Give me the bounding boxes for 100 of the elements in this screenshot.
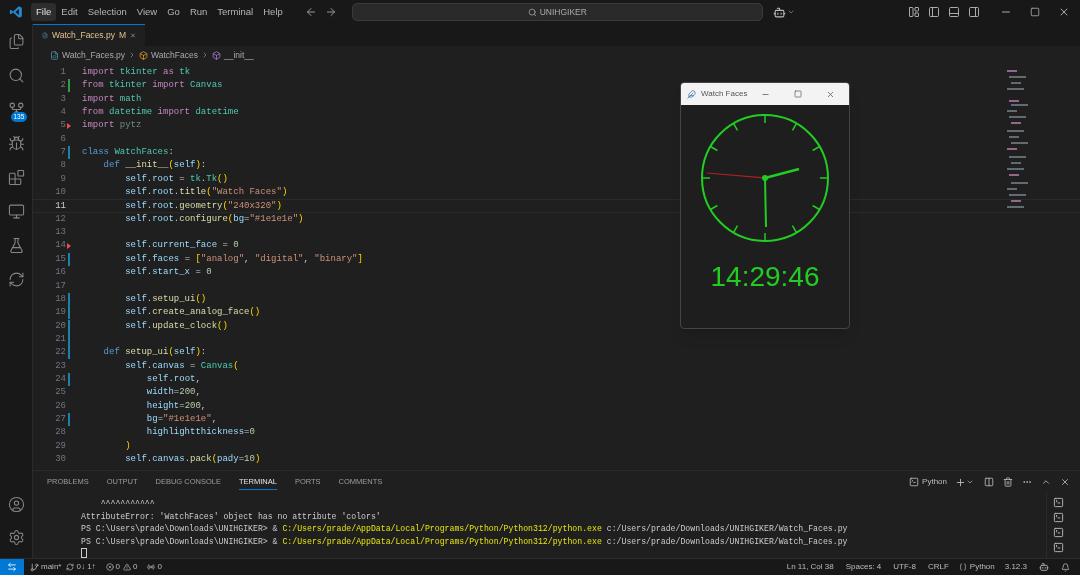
- trash-icon[interactable]: [1003, 477, 1013, 487]
- line-number: 18: [54, 292, 66, 306]
- search-field[interactable]: UNIHGIKER: [351, 3, 763, 21]
- sync-status[interactable]: 0↓ 1↑: [76, 561, 96, 573]
- close-icon[interactable]: [1058, 6, 1070, 18]
- line-number: 23: [54, 359, 66, 373]
- modified-marker: M: [118, 29, 127, 42]
- forward-arrow-icon[interactable]: [324, 6, 337, 18]
- back-arrow-icon[interactable]: [304, 6, 317, 18]
- line-number: 6: [59, 132, 66, 146]
- remote-icon: [7, 562, 17, 572]
- close-icon[interactable]: [826, 89, 835, 99]
- indentation[interactable]: Spaces: 4: [845, 561, 882, 573]
- menu-item[interactable]: Terminal: [212, 3, 259, 21]
- python-file-icon: [50, 50, 59, 60]
- close-icon[interactable]: [1060, 477, 1070, 487]
- caret-icon[interactable]: [786, 8, 795, 16]
- line-number: 11: [54, 200, 66, 212]
- terminal-icon[interactable]: [1053, 512, 1064, 523]
- python-file-icon: [42, 31, 48, 40]
- code-line: from datetime import datetime: [82, 106, 239, 120]
- line-number: 25: [54, 386, 66, 400]
- code-line: self.root,: [145, 372, 201, 386]
- sync-icon: [66, 563, 75, 571]
- line-number: 17: [54, 279, 66, 293]
- code-line: def setup_ui(self):: [102, 346, 207, 360]
- files-icon: [7, 32, 25, 50]
- terminal-icon: [909, 477, 920, 487]
- code-line: class WatchFaces:: [82, 146, 174, 160]
- code-line: def __init__(self):: [102, 159, 207, 173]
- chevron-up-icon[interactable]: [1041, 477, 1051, 487]
- line-number: 4: [59, 106, 66, 120]
- breadcrumb-item[interactable]: WatchFaces: [139, 48, 198, 62]
- blocks-icon: [7, 168, 25, 186]
- warning-count[interactable]: 0: [133, 561, 138, 573]
- cube-icon: [211, 50, 221, 60]
- window-title: Watch Faces: [701, 88, 748, 100]
- chevron-icon: [128, 51, 136, 59]
- line-number: 3: [59, 92, 66, 106]
- cursor-position[interactable]: Ln 11, Col 38: [786, 561, 834, 573]
- line-number: 2: [59, 79, 66, 93]
- tab-title: Watch_Faces.py: [51, 29, 115, 42]
- menu-item[interactable]: Edit: [56, 3, 83, 21]
- code-line: self.create_analog_face(): [124, 306, 261, 320]
- terminal-icon[interactable]: [1053, 497, 1064, 508]
- class-icon: [139, 50, 148, 60]
- feather-icon: [687, 89, 696, 99]
- line-ending[interactable]: CRLF: [927, 561, 949, 573]
- panel-right-icon[interactable]: [968, 6, 980, 18]
- terminal-line: PS C:\Users\prade\Downloads\UNIHGIKER> & C:/Users/prade/AppData/Local/Programs/Python/Python312/python.exe c:/Users/prade/Downloads/UNIHGIKER/Watch_Faces.py: [81, 535, 848, 548]
- line-number: 30: [54, 452, 66, 466]
- panel-bottom-icon[interactable]: [948, 6, 960, 18]
- flask-icon: [7, 236, 25, 254]
- caret-icon[interactable]: [966, 478, 974, 486]
- line-number: 20: [54, 319, 66, 333]
- code-line: height=200,: [145, 399, 207, 413]
- line-number: 19: [54, 306, 66, 320]
- line-number: 13: [54, 226, 66, 240]
- language-mode[interactable]: Python: [969, 561, 995, 573]
- menu-item[interactable]: Help: [258, 3, 288, 21]
- encoding[interactable]: UTF-8: [893, 561, 916, 573]
- error-icon: [105, 563, 114, 571]
- line-number: 15: [54, 252, 66, 266]
- code-line: from tkinter import Canvas: [82, 79, 223, 93]
- panel-left-icon[interactable]: [928, 6, 940, 18]
- editor-tab[interactable]: Watch_Faces.py M: [33, 24, 145, 46]
- python-version[interactable]: 3.12.3: [1004, 561, 1027, 573]
- robot-icon[interactable]: [772, 5, 786, 19]
- breadcrumb-item[interactable]: __init__: [211, 48, 254, 62]
- menu-item[interactable]: Go: [162, 3, 185, 21]
- menu-item[interactable]: File: [31, 3, 57, 21]
- code-line: self.start_x = 0: [124, 266, 212, 280]
- settings-icon[interactable]: [7, 529, 25, 546]
- code-line: self.canvas.pack(pady=10): [124, 452, 261, 466]
- menu-item[interactable]: Selection: [82, 3, 132, 21]
- terminal-line: PS C:\Users\prade\Downloads\UNIHGIKER> & C:/Users/prade/AppData/Local/Programs/Python/Python312/python.exe c:/Users/prade/Downloads/UNIHGIKER/Watch_Faces.py: [81, 523, 848, 535]
- plus-icon[interactable]: [955, 476, 966, 488]
- branch-icon: [30, 562, 39, 572]
- menu-item[interactable]: Run: [184, 3, 213, 21]
- digital-time: 14:29:46: [710, 262, 820, 292]
- code-line: self.root.geometry("240x320"): [124, 200, 282, 212]
- branch-name[interactable]: main*: [41, 561, 62, 573]
- terminal-icon[interactable]: [1053, 527, 1064, 538]
- error-count[interactable]: 0: [115, 561, 121, 573]
- account-icon[interactable]: [7, 496, 25, 513]
- app-logo-icon[interactable]: [9, 5, 23, 19]
- layout-icon[interactable]: [908, 6, 920, 18]
- maximize-icon[interactable]: [1030, 7, 1040, 17]
- code-line: self.root.title("Watch Faces"): [124, 186, 288, 200]
- breadcrumb-item[interactable]: Watch_Faces.py: [50, 48, 125, 62]
- line-number: 5: [59, 119, 66, 133]
- menu-item[interactable]: View: [131, 3, 163, 21]
- bell-icon[interactable]: [1061, 562, 1070, 572]
- robot-icon[interactable]: [1039, 562, 1049, 572]
- split-icon[interactable]: [984, 477, 994, 487]
- terminal-icon[interactable]: [1053, 542, 1064, 553]
- code-line: self.faces = ["analog", "digital", "binary"]: [124, 252, 363, 266]
- line-number: 28: [54, 426, 66, 440]
- ports-count[interactable]: 0: [157, 561, 162, 573]
- warning-icon: [123, 563, 132, 571]
